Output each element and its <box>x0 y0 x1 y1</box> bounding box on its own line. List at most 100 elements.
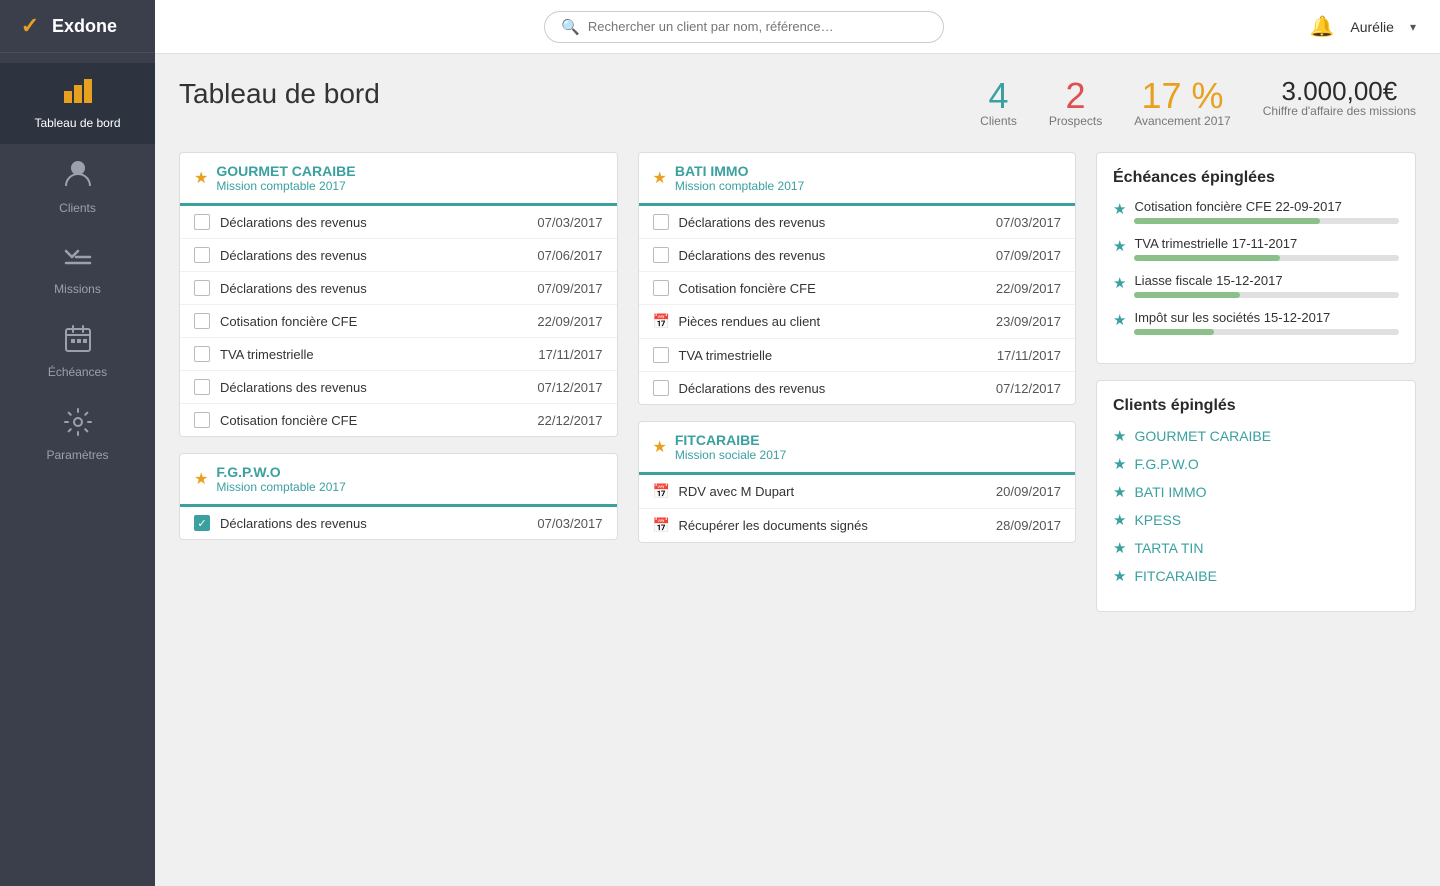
task-date: 23/09/2017 <box>996 314 1061 329</box>
sidebar-nav: Tableau de bord Clients Missions <box>0 53 155 476</box>
task-date: 07/03/2017 <box>537 516 602 531</box>
task-checkbox[interactable] <box>194 214 210 230</box>
task-date: 07/09/2017 <box>996 248 1061 263</box>
task-checkbox[interactable]: ✓ <box>194 515 210 531</box>
sidebar-item-missions[interactable]: Missions <box>0 229 155 310</box>
clients-icon <box>62 158 94 197</box>
stat-clients-value: 4 <box>989 78 1009 114</box>
stat-prospects: 2 Prospects <box>1049 78 1102 128</box>
stat-chiffre-value: 3.000,00€ <box>1282 78 1398 104</box>
task-checkbox[interactable] <box>194 313 210 329</box>
task-item: Déclarations des revenus 07/03/2017 <box>180 206 617 239</box>
main-content: 🔍 🔔 Aurélie ▾ Tableau de bord 4 Clients … <box>155 0 1440 886</box>
star-icon[interactable]: ★ <box>1113 200 1126 218</box>
pinned-client-name[interactable]: BATI IMMO <box>1134 484 1206 500</box>
star-icon[interactable]: ★ <box>1113 311 1126 329</box>
task-checkbox[interactable] <box>653 247 669 263</box>
task-name: Déclarations des revenus <box>220 516 527 531</box>
task-name: Déclarations des revenus <box>679 381 986 396</box>
deadline-item: ★ Impôt sur les sociétés 15-12-2017 <box>1113 310 1399 335</box>
bell-icon[interactable]: 🔔 <box>1309 14 1334 39</box>
task-date: 07/12/2017 <box>537 380 602 395</box>
task-checkbox[interactable] <box>653 214 669 230</box>
pinned-client-fitcaraibe: ★ FITCARAIBE <box>1113 567 1399 585</box>
pinned-client-bati: ★ BATI IMMO <box>1113 483 1399 501</box>
task-date: 07/06/2017 <box>537 248 602 263</box>
task-list-fgpwo: ✓ Déclarations des revenus 07/03/2017 <box>180 507 617 539</box>
card-fgpwo-title: F.G.P.W.O <box>216 464 345 480</box>
missions-icon <box>62 243 94 278</box>
task-checkbox[interactable] <box>194 379 210 395</box>
mid-column: ★ BATI IMMO Mission comptable 2017 Décla… <box>638 152 1077 543</box>
task-checkbox[interactable] <box>194 280 210 296</box>
cards-grid: ★ GOURMET CARAIBE Mission comptable 2017… <box>179 152 1416 612</box>
progress-bar-wrap <box>1134 218 1399 224</box>
pinned-client-name[interactable]: TARTA TIN <box>1134 540 1203 556</box>
logo-icon: ✓ <box>16 12 44 40</box>
star-icon[interactable]: ★ <box>194 168 208 188</box>
task-name: TVA trimestrielle <box>220 347 528 362</box>
star-icon[interactable]: ★ <box>1113 274 1126 292</box>
card-fgpwo-header: ★ F.G.P.W.O Mission comptable 2017 <box>180 454 617 507</box>
task-item: 📅 RDV avec M Dupart 20/09/2017 <box>639 475 1076 509</box>
task-item: Déclarations des revenus 07/12/2017 <box>639 372 1076 404</box>
star-icon[interactable]: ★ <box>194 469 208 489</box>
task-item: 📅 Récupérer les documents signés 28/09/2… <box>639 509 1076 542</box>
card-bati-immo-title: BATI IMMO <box>675 163 804 179</box>
task-name: Déclarations des revenus <box>220 281 527 296</box>
search-icon: 🔍 <box>561 18 580 36</box>
task-item: TVA trimestrielle 17/11/2017 <box>180 338 617 371</box>
card-gourmet-caraibe-title: GOURMET CARAIBE <box>216 163 355 179</box>
deadline-text: TVA trimestrielle 17-11-2017 <box>1134 236 1399 251</box>
task-name: Cotisation foncière CFE <box>220 413 527 428</box>
card-bati-immo-header: ★ BATI IMMO Mission comptable 2017 <box>639 153 1076 206</box>
stats-bar: 4 Clients 2 Prospects 17 % Avancement 20… <box>980 78 1416 128</box>
star-icon[interactable]: ★ <box>1113 427 1126 445</box>
echeances-icon <box>63 324 93 361</box>
search-input[interactable] <box>588 19 927 34</box>
sidebar-item-dashboard-label: Tableau de bord <box>34 116 120 130</box>
deadline-content: Cotisation foncière CFE 22-09-2017 <box>1134 199 1399 224</box>
task-checkbox[interactable] <box>194 346 210 362</box>
progress-bar-wrap <box>1134 329 1399 335</box>
sidebar-item-echeances[interactable]: Échéances <box>0 310 155 393</box>
task-checkbox[interactable] <box>194 412 210 428</box>
task-checkbox[interactable] <box>194 247 210 263</box>
progress-bar-wrap <box>1134 292 1399 298</box>
deadline-item: ★ Liasse fiscale 15-12-2017 <box>1113 273 1399 298</box>
stat-clients-label: Clients <box>980 114 1017 128</box>
task-checkbox[interactable] <box>653 280 669 296</box>
header-right: 🔔 Aurélie ▾ <box>1309 14 1416 39</box>
pinned-client-name[interactable]: F.G.P.W.O <box>1134 456 1198 472</box>
pinned-client-name[interactable]: GOURMET CARAIBE <box>1134 428 1271 444</box>
task-name: Récupérer les documents signés <box>679 518 986 533</box>
task-date: 22/12/2017 <box>537 413 602 428</box>
star-icon[interactable]: ★ <box>1113 455 1126 473</box>
star-icon[interactable]: ★ <box>1113 567 1126 585</box>
task-date: 17/11/2017 <box>997 348 1061 363</box>
stat-avancement: 17 % Avancement 2017 <box>1134 78 1231 128</box>
pinned-client-name[interactable]: KPESS <box>1134 512 1181 528</box>
user-name[interactable]: Aurélie <box>1350 19 1394 35</box>
star-icon[interactable]: ★ <box>1113 483 1126 501</box>
sidebar-item-dashboard[interactable]: Tableau de bord <box>0 63 155 144</box>
sidebar-item-parametres-label: Paramètres <box>46 448 108 462</box>
panel-pinned-clients: Clients épinglés ★ GOURMET CARAIBE ★ F.G… <box>1096 380 1416 612</box>
progress-bar <box>1134 255 1280 261</box>
sidebar-item-parametres[interactable]: Paramètres <box>0 393 155 476</box>
pinned-client-name[interactable]: FITCARAIBE <box>1134 568 1216 584</box>
stat-prospects-label: Prospects <box>1049 114 1102 128</box>
task-item: Déclarations des revenus 07/09/2017 <box>180 272 617 305</box>
task-checkbox[interactable] <box>653 380 669 396</box>
stat-prospects-value: 2 <box>1066 78 1086 114</box>
sidebar: ✓ Exdone Tableau de bord Clients <box>0 0 155 886</box>
star-icon[interactable]: ★ <box>653 168 667 188</box>
star-icon[interactable]: ★ <box>1113 511 1126 529</box>
sidebar-item-clients[interactable]: Clients <box>0 144 155 229</box>
star-icon[interactable]: ★ <box>1113 237 1126 255</box>
star-icon[interactable]: ★ <box>653 437 667 457</box>
task-item: Déclarations des revenus 07/12/2017 <box>180 371 617 404</box>
star-icon[interactable]: ★ <box>1113 539 1126 557</box>
card-fitcaraibe-subtitle: Mission sociale 2017 <box>675 448 786 462</box>
task-checkbox[interactable] <box>653 347 669 363</box>
